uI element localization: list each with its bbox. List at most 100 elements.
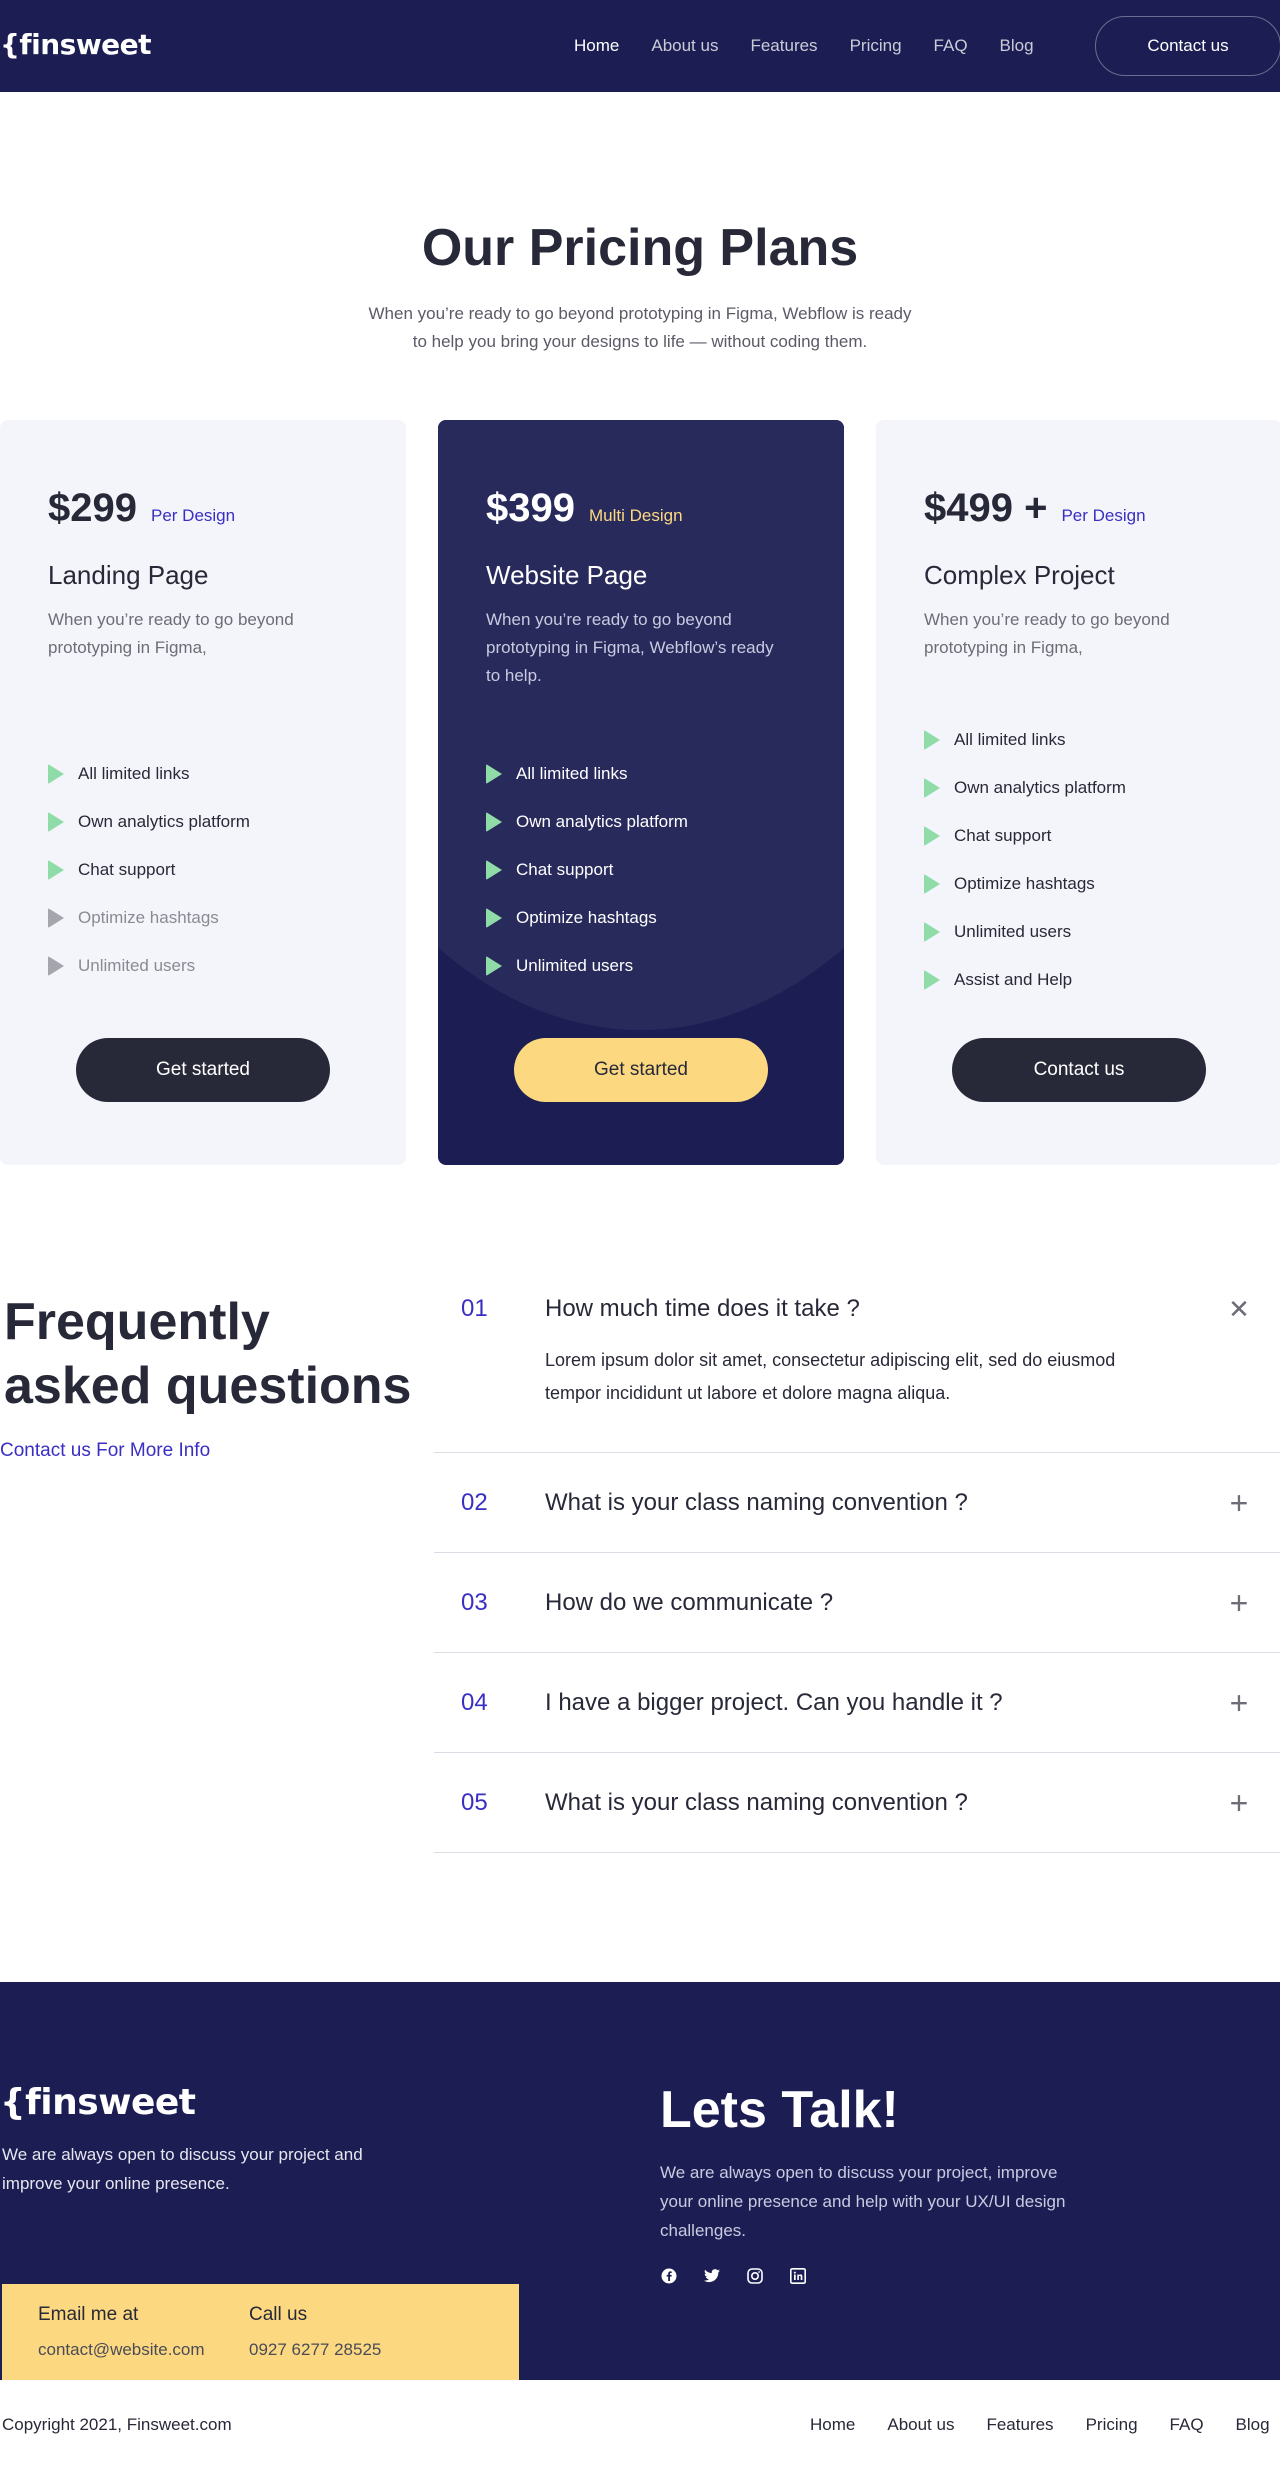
phone-block: Call us 0927 6277 28525: [249, 2304, 381, 2360]
faq-question[interactable]: I have a bigger project. Can you handle …: [545, 1689, 1003, 1717]
faq-question[interactable]: What is your class naming convention ?: [545, 1789, 968, 1817]
faq-item[interactable]: 03 How do we communicate ? +: [434, 1553, 1280, 1653]
check-triangle-icon: [486, 812, 502, 832]
footer-link-home[interactable]: Home: [810, 2415, 855, 2435]
footer-link-features[interactable]: Features: [986, 2415, 1053, 2435]
check-triangle-icon: [48, 812, 64, 832]
email-link[interactable]: contact@website.com: [38, 2340, 205, 2360]
plus-icon[interactable]: +: [1224, 1587, 1254, 1619]
feature-item: Chat support: [48, 846, 250, 894]
feature-item: Unlimited users: [924, 908, 1126, 956]
logo[interactable]: {finsweet: [0, 28, 152, 61]
plan-name: Landing Page: [48, 560, 209, 590]
price-unit: Multi Design: [588, 506, 683, 525]
faq-number: 01: [461, 1295, 488, 1322]
check-triangle-icon: [48, 956, 64, 976]
feature-item: All limited links: [924, 716, 1126, 764]
faq-title: Frequently asked questions: [4, 1293, 412, 1415]
price-amount: $399: [486, 486, 575, 530]
top-navbar: {finsweet Home About us Features Pricing…: [0, 0, 1280, 92]
copyright: Copyright 2021, Finsweet.com: [2, 2415, 232, 2434]
feature-item: Assist and Help: [924, 956, 1126, 1004]
linkedin-icon[interactable]: [789, 2267, 807, 2285]
footer-link-blog[interactable]: Blog: [1236, 2415, 1270, 2435]
instagram-icon[interactable]: [746, 2267, 764, 2285]
feature-item: Chat support: [486, 846, 688, 894]
faq-question[interactable]: What is your class naming convention ?: [545, 1489, 968, 1517]
feature-item: Own analytics platform: [486, 798, 688, 846]
faq-item[interactable]: 04 I have a bigger project. Can you hand…: [434, 1653, 1280, 1753]
check-triangle-icon: [924, 778, 940, 798]
get-started-button[interactable]: Get started: [76, 1038, 330, 1102]
feature-list: All limited links Own analytics platform…: [48, 750, 250, 990]
feature-item: Own analytics platform: [48, 798, 250, 846]
plus-icon[interactable]: +: [1224, 1687, 1254, 1719]
feature-item: Own analytics platform: [924, 764, 1126, 812]
check-triangle-icon: [924, 970, 940, 990]
check-triangle-icon: [924, 730, 940, 750]
nav-link-features[interactable]: Features: [750, 36, 817, 56]
plan-name: Complex Project: [924, 560, 1115, 590]
pricing-card-landing: $299 Per Design Landing Page When you’re…: [0, 420, 406, 1165]
lets-talk-description: We are always open to discuss your proje…: [660, 2163, 1066, 2240]
footer-logo[interactable]: {finsweet: [0, 2082, 196, 2123]
faq-question[interactable]: How much time does it take ?: [545, 1295, 860, 1323]
check-triangle-icon: [486, 956, 502, 976]
faq-number: 02: [461, 1489, 488, 1516]
plan-price: $399 Multi Design: [486, 486, 683, 531]
plan-name: Website Page: [486, 560, 648, 590]
price-unit: Per Design: [150, 506, 236, 525]
pricing-card-complex: $499 + Per Design Complex Project When y…: [876, 420, 1280, 1165]
contact-us-plan-button[interactable]: Contact us: [952, 1038, 1206, 1102]
contact-us-button[interactable]: Contact us: [1095, 16, 1280, 76]
contact-info-box: Email me at contact@website.com Call us …: [0, 2284, 519, 2380]
plan-price: $299 Per Design: [48, 486, 235, 531]
plus-icon[interactable]: +: [1224, 1487, 1254, 1519]
pricing-title: Our Pricing Plans: [421, 219, 859, 277]
nav-link-about[interactable]: About us: [651, 36, 718, 56]
faq-answer: Lorem ipsum dolor sit amet, consectetur …: [545, 1350, 1116, 1403]
check-triangle-icon: [486, 764, 502, 784]
plus-icon[interactable]: +: [1224, 1787, 1254, 1819]
nav-link-home[interactable]: Home: [574, 36, 619, 56]
plan-description: When you’re ready to go beyond prototypi…: [924, 610, 1170, 657]
twitter-icon[interactable]: [703, 2267, 721, 2285]
footer-nav: Home About us Features Pricing FAQ Blog: [810, 2415, 1280, 2435]
check-triangle-icon: [924, 874, 940, 894]
faq-contact-link[interactable]: Contact us For More Info: [0, 1440, 210, 1462]
get-started-button[interactable]: Get started: [514, 1038, 768, 1102]
footer-link-faq[interactable]: FAQ: [1170, 2415, 1204, 2435]
faq-item[interactable]: 05 What is your class naming convention …: [434, 1753, 1280, 1853]
plan-description: When you’re ready to go beyond prototypi…: [48, 610, 294, 657]
bottom-bar: Copyright 2021, Finsweet.com Home About …: [0, 2380, 1280, 2472]
faq-question[interactable]: How do we communicate ?: [545, 1589, 833, 1617]
plan-price: $499 + Per Design: [924, 486, 1146, 531]
check-triangle-icon: [48, 764, 64, 784]
price-unit: Per Design: [1061, 506, 1146, 525]
faq-item[interactable]: 02 What is your class naming convention …: [434, 1453, 1280, 1553]
footer-link-about[interactable]: About us: [887, 2415, 954, 2435]
nav-links: Home About us Features Pricing FAQ Blog: [574, 0, 1066, 92]
faq-number: 05: [461, 1789, 488, 1816]
pricing-card-website: $399 Multi Design Website Page When you’…: [438, 420, 844, 1165]
pricing-subtitle: When you’re ready to go beyond prototypi…: [368, 304, 912, 351]
feature-item: Optimize hashtags: [924, 860, 1126, 908]
phone-link[interactable]: 0927 6277 28525: [249, 2340, 381, 2360]
faq-number: 04: [461, 1689, 488, 1716]
facebook-icon[interactable]: [660, 2267, 678, 2285]
check-triangle-icon: [48, 860, 64, 880]
nav-link-blog[interactable]: Blog: [1000, 36, 1034, 56]
footer-link-pricing[interactable]: Pricing: [1086, 2415, 1138, 2435]
feature-list: All limited links Own analytics platform…: [486, 750, 688, 990]
check-triangle-icon: [486, 908, 502, 928]
nav-link-pricing[interactable]: Pricing: [850, 36, 902, 56]
nav-link-faq[interactable]: FAQ: [934, 36, 968, 56]
faq-number: 03: [461, 1589, 488, 1616]
check-triangle-icon: [924, 922, 940, 942]
faq-item[interactable]: 01 How much time does it take ? Lorem ip…: [434, 1260, 1280, 1453]
check-triangle-icon: [48, 908, 64, 928]
close-icon[interactable]: ✕: [1224, 1294, 1254, 1324]
feature-item: All limited links: [486, 750, 688, 798]
lets-talk-title: Lets Talk!: [660, 2081, 899, 2139]
price-amount: $499 +: [924, 486, 1048, 530]
